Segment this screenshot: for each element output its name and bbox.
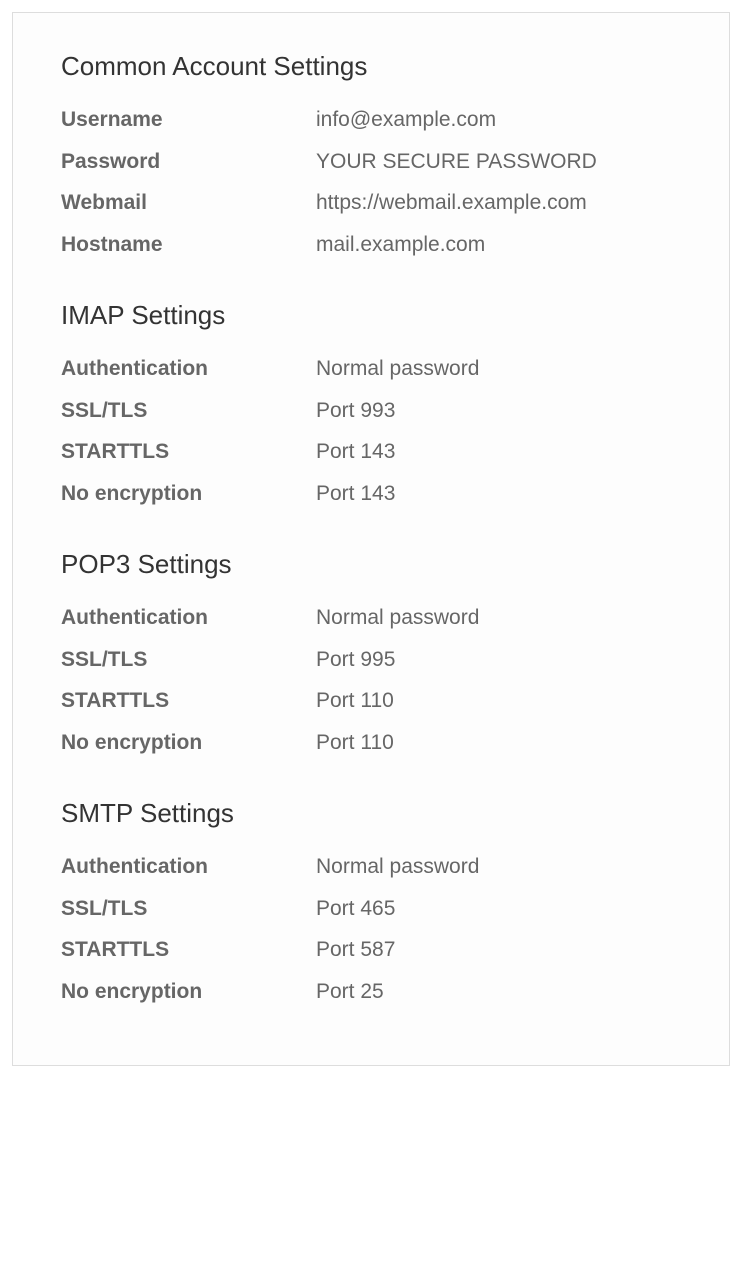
row-pop3-auth: Authentication Normal password: [61, 602, 681, 634]
row-webmail: Webmail https://webmail.example.com: [61, 187, 681, 219]
label-smtp-ssltls: SSL/TLS: [61, 893, 316, 925]
row-smtp-starttls: STARTTLS Port 587: [61, 934, 681, 966]
row-pop3-ssltls: SSL/TLS Port 995: [61, 644, 681, 676]
row-pop3-starttls: STARTTLS Port 110: [61, 685, 681, 717]
value-smtp-ssltls: Port 465: [316, 893, 681, 925]
row-imap-ssltls: SSL/TLS Port 993: [61, 395, 681, 427]
value-imap-noenc: Port 143: [316, 478, 681, 510]
value-username: info@example.com: [316, 104, 681, 136]
settings-panel: Common Account Settings Username info@ex…: [12, 12, 730, 1066]
label-imap-noenc: No encryption: [61, 478, 316, 510]
label-pop3-starttls: STARTTLS: [61, 685, 316, 717]
label-imap-ssltls: SSL/TLS: [61, 395, 316, 427]
value-webmail: https://webmail.example.com: [316, 187, 681, 219]
label-imap-auth: Authentication: [61, 353, 316, 385]
row-imap-starttls: STARTTLS Port 143: [61, 436, 681, 468]
value-smtp-starttls: Port 587: [316, 934, 681, 966]
row-smtp-noenc: No encryption Port 25: [61, 976, 681, 1008]
row-smtp-auth: Authentication Normal password: [61, 851, 681, 883]
value-imap-auth: Normal password: [316, 353, 681, 385]
label-imap-starttls: STARTTLS: [61, 436, 316, 468]
value-imap-ssltls: Port 993: [316, 395, 681, 427]
label-smtp-auth: Authentication: [61, 851, 316, 883]
label-pop3-auth: Authentication: [61, 602, 316, 634]
value-pop3-starttls: Port 110: [316, 685, 681, 717]
label-username: Username: [61, 104, 316, 136]
value-password: YOUR SECURE PASSWORD: [316, 146, 681, 178]
value-pop3-noenc: Port 110: [316, 727, 681, 759]
pop3-heading: POP3 Settings: [61, 549, 681, 580]
value-smtp-noenc: Port 25: [316, 976, 681, 1008]
value-pop3-auth: Normal password: [316, 602, 681, 634]
imap-heading: IMAP Settings: [61, 300, 681, 331]
common-heading: Common Account Settings: [61, 51, 681, 82]
label-password: Password: [61, 146, 316, 178]
label-smtp-noenc: No encryption: [61, 976, 316, 1008]
value-smtp-auth: Normal password: [316, 851, 681, 883]
label-smtp-starttls: STARTTLS: [61, 934, 316, 966]
value-pop3-ssltls: Port 995: [316, 644, 681, 676]
smtp-heading: SMTP Settings: [61, 798, 681, 829]
row-password: Password YOUR SECURE PASSWORD: [61, 146, 681, 178]
label-pop3-noenc: No encryption: [61, 727, 316, 759]
label-pop3-ssltls: SSL/TLS: [61, 644, 316, 676]
value-hostname: mail.example.com: [316, 229, 681, 261]
row-username: Username info@example.com: [61, 104, 681, 136]
row-smtp-ssltls: SSL/TLS Port 465: [61, 893, 681, 925]
value-imap-starttls: Port 143: [316, 436, 681, 468]
row-pop3-noenc: No encryption Port 110: [61, 727, 681, 759]
row-imap-noenc: No encryption Port 143: [61, 478, 681, 510]
label-webmail: Webmail: [61, 187, 316, 219]
label-hostname: Hostname: [61, 229, 316, 261]
row-hostname: Hostname mail.example.com: [61, 229, 681, 261]
row-imap-auth: Authentication Normal password: [61, 353, 681, 385]
